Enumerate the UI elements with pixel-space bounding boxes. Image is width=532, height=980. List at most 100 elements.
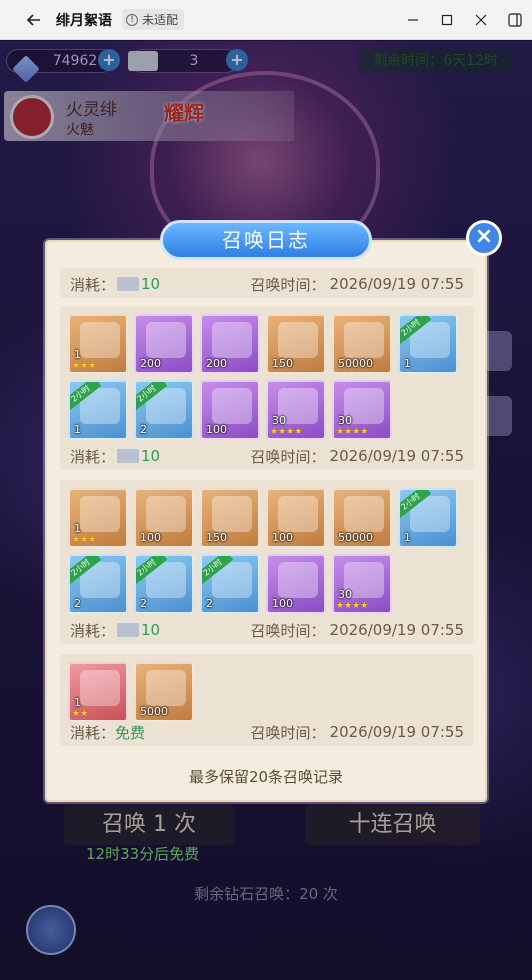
reward-item[interactable]: 1 ★★	[68, 662, 128, 722]
sidebar-toggle-icon[interactable]	[498, 0, 532, 40]
reward-item-count: 30	[272, 414, 286, 427]
reward-item-count: 2	[140, 597, 147, 610]
ticket-icon	[117, 449, 140, 463]
close-dialog-button[interactable]: ×	[466, 220, 502, 256]
reward-item-count: 1	[404, 357, 411, 370]
reward-item-count: 150	[206, 531, 227, 544]
reward-item-icon	[278, 322, 318, 358]
reward-item-count: 2	[140, 423, 147, 436]
cost-label: 消耗：	[70, 723, 116, 742]
reward-item[interactable]: 50000	[332, 488, 392, 548]
reward-item[interactable]: 100	[200, 380, 260, 440]
reward-item-icon	[212, 322, 252, 358]
reward-item[interactable]: 2小时 1	[68, 380, 128, 440]
close-window-icon[interactable]	[464, 0, 498, 40]
reward-item-count: 30	[338, 588, 352, 601]
ticket-icon	[117, 277, 140, 291]
record-items: 1 ★★ 5000	[68, 662, 458, 722]
reward-item[interactable]: 150	[200, 488, 260, 548]
reward-item-count: 1	[74, 423, 81, 436]
summon-record: 1 ★★★ 100 150 100 50000 2小时 1 2小时 2 2小时 2 2小时 2 100 30 ★…	[60, 480, 474, 644]
reward-item-count: 100	[272, 597, 293, 610]
reward-item-count: 150	[272, 357, 293, 370]
reward-item[interactable]: 1 ★★★	[68, 314, 128, 374]
window-title: 绯月絮语	[56, 12, 112, 29]
window-controls	[396, 0, 532, 40]
reward-item[interactable]: 100	[134, 488, 194, 548]
summon-record: 1 ★★ 5000 消耗： 免费 召唤时间： 2026/09/19 07:55	[60, 654, 474, 746]
reward-item-count: 1	[74, 696, 81, 709]
reward-item[interactable]: 200	[134, 314, 194, 374]
reward-item[interactable]: 30 ★★★★	[266, 380, 326, 440]
summon-time-label: 召唤时间：	[250, 621, 326, 640]
reward-item[interactable]: 2小时 2	[68, 554, 128, 614]
dialog-title: 召唤日志	[160, 220, 372, 260]
reward-item-icon	[146, 670, 186, 706]
reward-item[interactable]: 5000	[134, 662, 194, 722]
reward-item[interactable]: 50000	[332, 314, 392, 374]
reward-item-icon	[80, 670, 120, 706]
reward-item[interactable]: 100	[266, 554, 326, 614]
cost-label: 消耗：	[70, 621, 116, 640]
reward-item[interactable]: 200	[200, 314, 260, 374]
reward-item-stars: ★★★	[72, 361, 97, 371]
dialog-footer-note: 最多保留20条召唤记录	[188, 768, 344, 786]
compat-badge: ! 未适配	[122, 9, 185, 30]
reward-item-stars: ★★	[72, 709, 89, 719]
reward-item[interactable]: 150	[266, 314, 326, 374]
reward-item-count: 50000	[338, 357, 373, 370]
reward-item-stars: ★★★★	[336, 601, 369, 611]
reward-item-count: 30	[338, 414, 352, 427]
reward-item-icon	[146, 322, 186, 358]
record-footer: 消耗： 免费 召唤时间： 2026/09/19 07:55	[70, 720, 464, 744]
reward-item-count: 5000	[140, 705, 168, 718]
cost-value: 10	[141, 621, 161, 639]
cost-label: 消耗：	[70, 275, 116, 294]
reward-item-icon	[80, 496, 120, 532]
summon-time-label: 召唤时间：	[250, 723, 326, 742]
reward-item-icon	[278, 496, 318, 532]
record-items: 1 ★★★ 200 200 150 50000 2小时 1 2小时 1 2小时 2 100 30 ★★★★ 3…	[68, 314, 458, 440]
reward-item-count: 1	[74, 348, 81, 361]
reward-item-icon	[80, 322, 120, 358]
reward-item[interactable]: 1 ★★★	[68, 488, 128, 548]
minimize-icon[interactable]	[396, 0, 430, 40]
summon-time-value: 2026/09/19 07:55	[329, 621, 464, 639]
summon-time-value: 2026/09/19 07:55	[329, 275, 464, 293]
compat-badge-label: 未适配	[142, 13, 179, 27]
summon-record: 消耗： 10 召唤时间： 2026/09/19 07:55	[60, 268, 474, 298]
reward-item[interactable]: 30 ★★★★	[332, 380, 392, 440]
reward-item[interactable]: 2小时 2	[134, 380, 194, 440]
reward-item[interactable]: 2小时 2	[134, 554, 194, 614]
reward-item-icon	[146, 496, 186, 532]
record-footer: 消耗： 10 召唤时间： 2026/09/19 07:55	[70, 272, 464, 296]
maximize-icon[interactable]	[430, 0, 464, 40]
reward-item-count: 50000	[338, 531, 373, 544]
back-arrow-icon[interactable]	[22, 8, 46, 32]
reward-item-stars: ★★★★	[270, 427, 303, 437]
record-footer: 消耗： 10 召唤时间： 2026/09/19 07:55	[70, 618, 464, 642]
reward-item-count: 1	[404, 531, 411, 544]
summon-time-label: 召唤时间：	[250, 275, 326, 294]
reward-item[interactable]: 30 ★★★★	[332, 554, 392, 614]
record-items: 1 ★★★ 100 150 100 50000 2小时 1 2小时 2 2小时 2 2小时 2 100 30 ★…	[68, 488, 458, 614]
reward-item[interactable]: 2小时 1	[398, 314, 458, 374]
ticket-icon	[117, 623, 140, 637]
reward-item-count: 2	[74, 597, 81, 610]
reward-item-count: 100	[140, 531, 161, 544]
summon-record: 1 ★★★ 200 200 150 50000 2小时 1 2小时 1 2小时 2 100 30 ★★★★ 3…	[60, 306, 474, 470]
reward-item-icon	[344, 322, 384, 358]
reward-item[interactable]: 2小时 2	[200, 554, 260, 614]
title-bar: 绯月絮语 ! 未适配	[0, 0, 532, 40]
cost-value: 免费	[115, 723, 146, 742]
cost-label: 消耗：	[70, 447, 116, 466]
reward-item[interactable]: 100	[266, 488, 326, 548]
reward-item-count: 100	[206, 423, 227, 436]
reward-item-icon	[212, 388, 252, 424]
cost-value: 10	[141, 447, 161, 465]
reward-item-count: 1	[74, 522, 81, 535]
reward-item[interactable]: 2小时 1	[398, 488, 458, 548]
info-icon: !	[126, 13, 138, 26]
reward-item-count: 200	[206, 357, 227, 370]
reward-item-count: 2	[206, 597, 213, 610]
